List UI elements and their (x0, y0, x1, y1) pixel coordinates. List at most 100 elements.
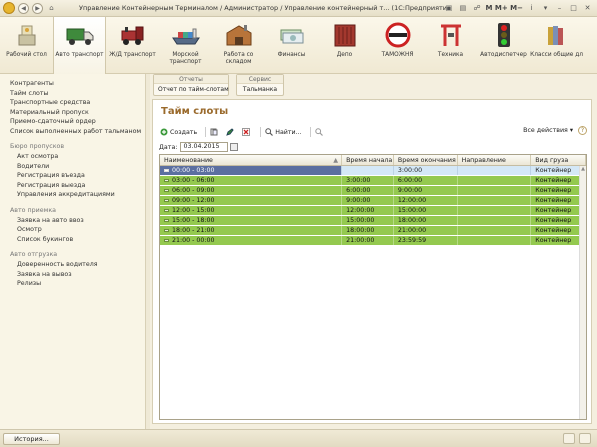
nav-item-vehicles[interactable]: Транспортные средства (10, 98, 145, 108)
section-customs[interactable]: ТАМОЖНЯ (371, 17, 424, 74)
time-slots-report-link[interactable]: Отчет по тайм-слотам (154, 84, 229, 95)
history-button[interactable]: История... (3, 433, 60, 445)
nav-item-drivers[interactable]: Водители (10, 162, 145, 172)
cell-cargo-type: Контейнер (531, 196, 586, 205)
customs-sign-icon (383, 20, 413, 50)
column-header-cargo-type[interactable]: Вид груза (531, 155, 586, 165)
section-auto-transport[interactable]: Авто транспорт (53, 17, 106, 75)
section-auto-dispatcher[interactable]: Автодиспетчер (477, 17, 530, 74)
back-icon[interactable]: ◀ (18, 2, 29, 14)
cell-end-time: 6:00:00 (393, 176, 458, 185)
cell-start-time (342, 166, 394, 175)
cell-name: 00:00 - 03:00 (160, 166, 343, 175)
section-label: Техника (437, 52, 464, 58)
table-row[interactable]: 00:00 - 03:00 3:00:00 Контейнер (160, 166, 586, 176)
cell-end-time: 15:00:00 (393, 206, 458, 215)
section-desktop[interactable]: Рабочий стол (0, 17, 53, 74)
column-header-start[interactable]: Время начала (342, 155, 394, 165)
status-icon-right[interactable] (579, 433, 591, 444)
nav-item-releases[interactable]: Релизы (10, 279, 145, 289)
tally-link[interactable]: Тальманка (237, 84, 283, 95)
cell-end-time: 3:00:00 (393, 166, 458, 175)
column-header-name[interactable]: Наименование ▲ (160, 155, 343, 165)
copy-button[interactable] (209, 127, 221, 138)
table-row[interactable]: 09:00 - 12:00 9:00:00 12:00:00 Контейнер (160, 196, 586, 206)
form-toolbar: Создать Найти... Все действия ▾ ? (159, 126, 587, 138)
nav-item-exit-registration[interactable]: Регистрация выезда (10, 181, 145, 191)
section-warehouse[interactable]: Работа со складом (212, 17, 265, 74)
edit-button[interactable] (225, 127, 237, 138)
cell-name-text: 03:00 - 06:00 (172, 177, 215, 184)
table-row[interactable]: 18:00 - 21:00 18:00:00 21:00:00 Контейнер (160, 226, 586, 236)
nav-item-inspection-act[interactable]: Акт осмотра (10, 152, 145, 162)
close-icon[interactable]: ✕ (582, 2, 593, 14)
nav-item-bookings[interactable]: Список букингов (10, 235, 145, 245)
print-icon[interactable]: ▤ (457, 2, 468, 14)
section-machinery[interactable]: Техника (424, 17, 477, 74)
nav-item-import-request[interactable]: Заявка на авто ввоз (10, 216, 145, 226)
column-header-end[interactable]: Время окончания (394, 155, 458, 165)
toolbar-separator (260, 127, 262, 137)
magnifier-icon (265, 128, 274, 136)
minimize-icon[interactable]: – (554, 2, 565, 14)
table-row[interactable]: 21:00 - 00:00 21:00:00 23:59:59 Контейнер (160, 236, 586, 246)
cell-name-text: 06:00 - 09:00 (172, 187, 215, 194)
scroll-up-icon[interactable]: ▲ (580, 166, 586, 173)
help-icon[interactable]: ? (578, 126, 587, 135)
section-rail-transport[interactable]: Ж/Д транспорт (106, 17, 159, 74)
find-label: Найти... (275, 128, 302, 136)
nav-item-tally-works[interactable]: Список выполненных работ тальманом (10, 127, 145, 137)
vertical-scrollbar[interactable]: ▲ (579, 166, 586, 419)
table-row[interactable]: 15:00 - 18:00 15:00:00 18:00:00 Контейнер (160, 216, 586, 226)
money-icon (277, 20, 307, 50)
panel-splitter[interactable] (146, 74, 150, 429)
save-icon[interactable]: ▣ (443, 2, 454, 14)
section-label: Работа со складом (223, 52, 254, 65)
cell-name: 03:00 - 06:00 (160, 176, 343, 185)
cell-end-time: 21:00:00 (393, 226, 458, 235)
nav-item-counterparties[interactable]: Контрагенты (10, 79, 145, 89)
app-logo-icon[interactable] (3, 2, 15, 14)
create-button[interactable]: Создать (159, 127, 198, 138)
ship-icon (171, 20, 201, 50)
section-sea-transport[interactable]: Морской транспорт (159, 17, 212, 74)
table-row[interactable]: 06:00 - 09:00 6:00:00 9:00:00 Контейнер (160, 186, 586, 196)
all-actions-button[interactable]: Все действия (523, 127, 568, 134)
section-classifiers[interactable]: Класси общие дл (530, 17, 583, 74)
maximize-icon[interactable]: □ (568, 2, 579, 14)
table-row[interactable]: 12:00 - 15:00 12:00:00 15:00:00 Контейнер (160, 206, 586, 216)
nav-item-accreditation[interactable]: Управления аккредитациями (10, 190, 145, 200)
memory-buttons[interactable]: M M+ M− (485, 4, 523, 12)
info-icon[interactable]: i (526, 2, 537, 14)
cell-end-time: 18:00:00 (393, 216, 458, 225)
section-label: Авто транспорт (55, 52, 104, 58)
nav-item-time-slots[interactable]: Тайм слоты (10, 89, 145, 99)
menu-icon[interactable]: ▾ (540, 2, 551, 14)
date-field[interactable]: 03.04.2015 (180, 142, 229, 152)
status-icon-left[interactable] (563, 433, 575, 444)
find-button[interactable]: Найти... (264, 127, 302, 138)
row-item-icon (164, 168, 169, 172)
section-label: Финансы (277, 52, 306, 58)
section-label: Класси общие дл (530, 52, 583, 58)
calendar-icon[interactable] (230, 143, 239, 151)
time-slots-form: Тайм слоты Создать Найти... Все действия… (152, 99, 592, 424)
nav-item-material-pass[interactable]: Материальный пропуск (10, 108, 145, 118)
nav-item-driver-power-of-attorney[interactable]: Доверенность водителя (10, 260, 145, 270)
delete-mark-button[interactable] (241, 127, 253, 138)
plus-icon (160, 128, 168, 136)
section-depot[interactable]: Депо (318, 17, 371, 74)
home-icon[interactable]: ⌂ (46, 3, 57, 14)
cancel-search-button[interactable] (314, 127, 326, 138)
nav-item-export-request[interactable]: Заявка на вывоз (10, 270, 145, 280)
nav-item-entry-registration[interactable]: Регистрация въезда (10, 171, 145, 181)
nav-group-pass-bureau: Бюро пропусков (10, 143, 65, 150)
nav-item-acceptance-order[interactable]: Приемо-сдаточный ордер (10, 117, 145, 127)
link-icon[interactable]: ☍ (471, 2, 482, 14)
section-finance[interactable]: Финансы (265, 17, 318, 74)
cell-start-time: 3:00:00 (342, 176, 394, 185)
forward-icon[interactable]: ▶ (32, 2, 43, 14)
table-row[interactable]: 03:00 - 06:00 3:00:00 6:00:00 Контейнер (160, 176, 586, 186)
column-header-direction[interactable]: Направление (458, 155, 532, 165)
nav-item-inspection[interactable]: Осмотр (10, 225, 145, 235)
